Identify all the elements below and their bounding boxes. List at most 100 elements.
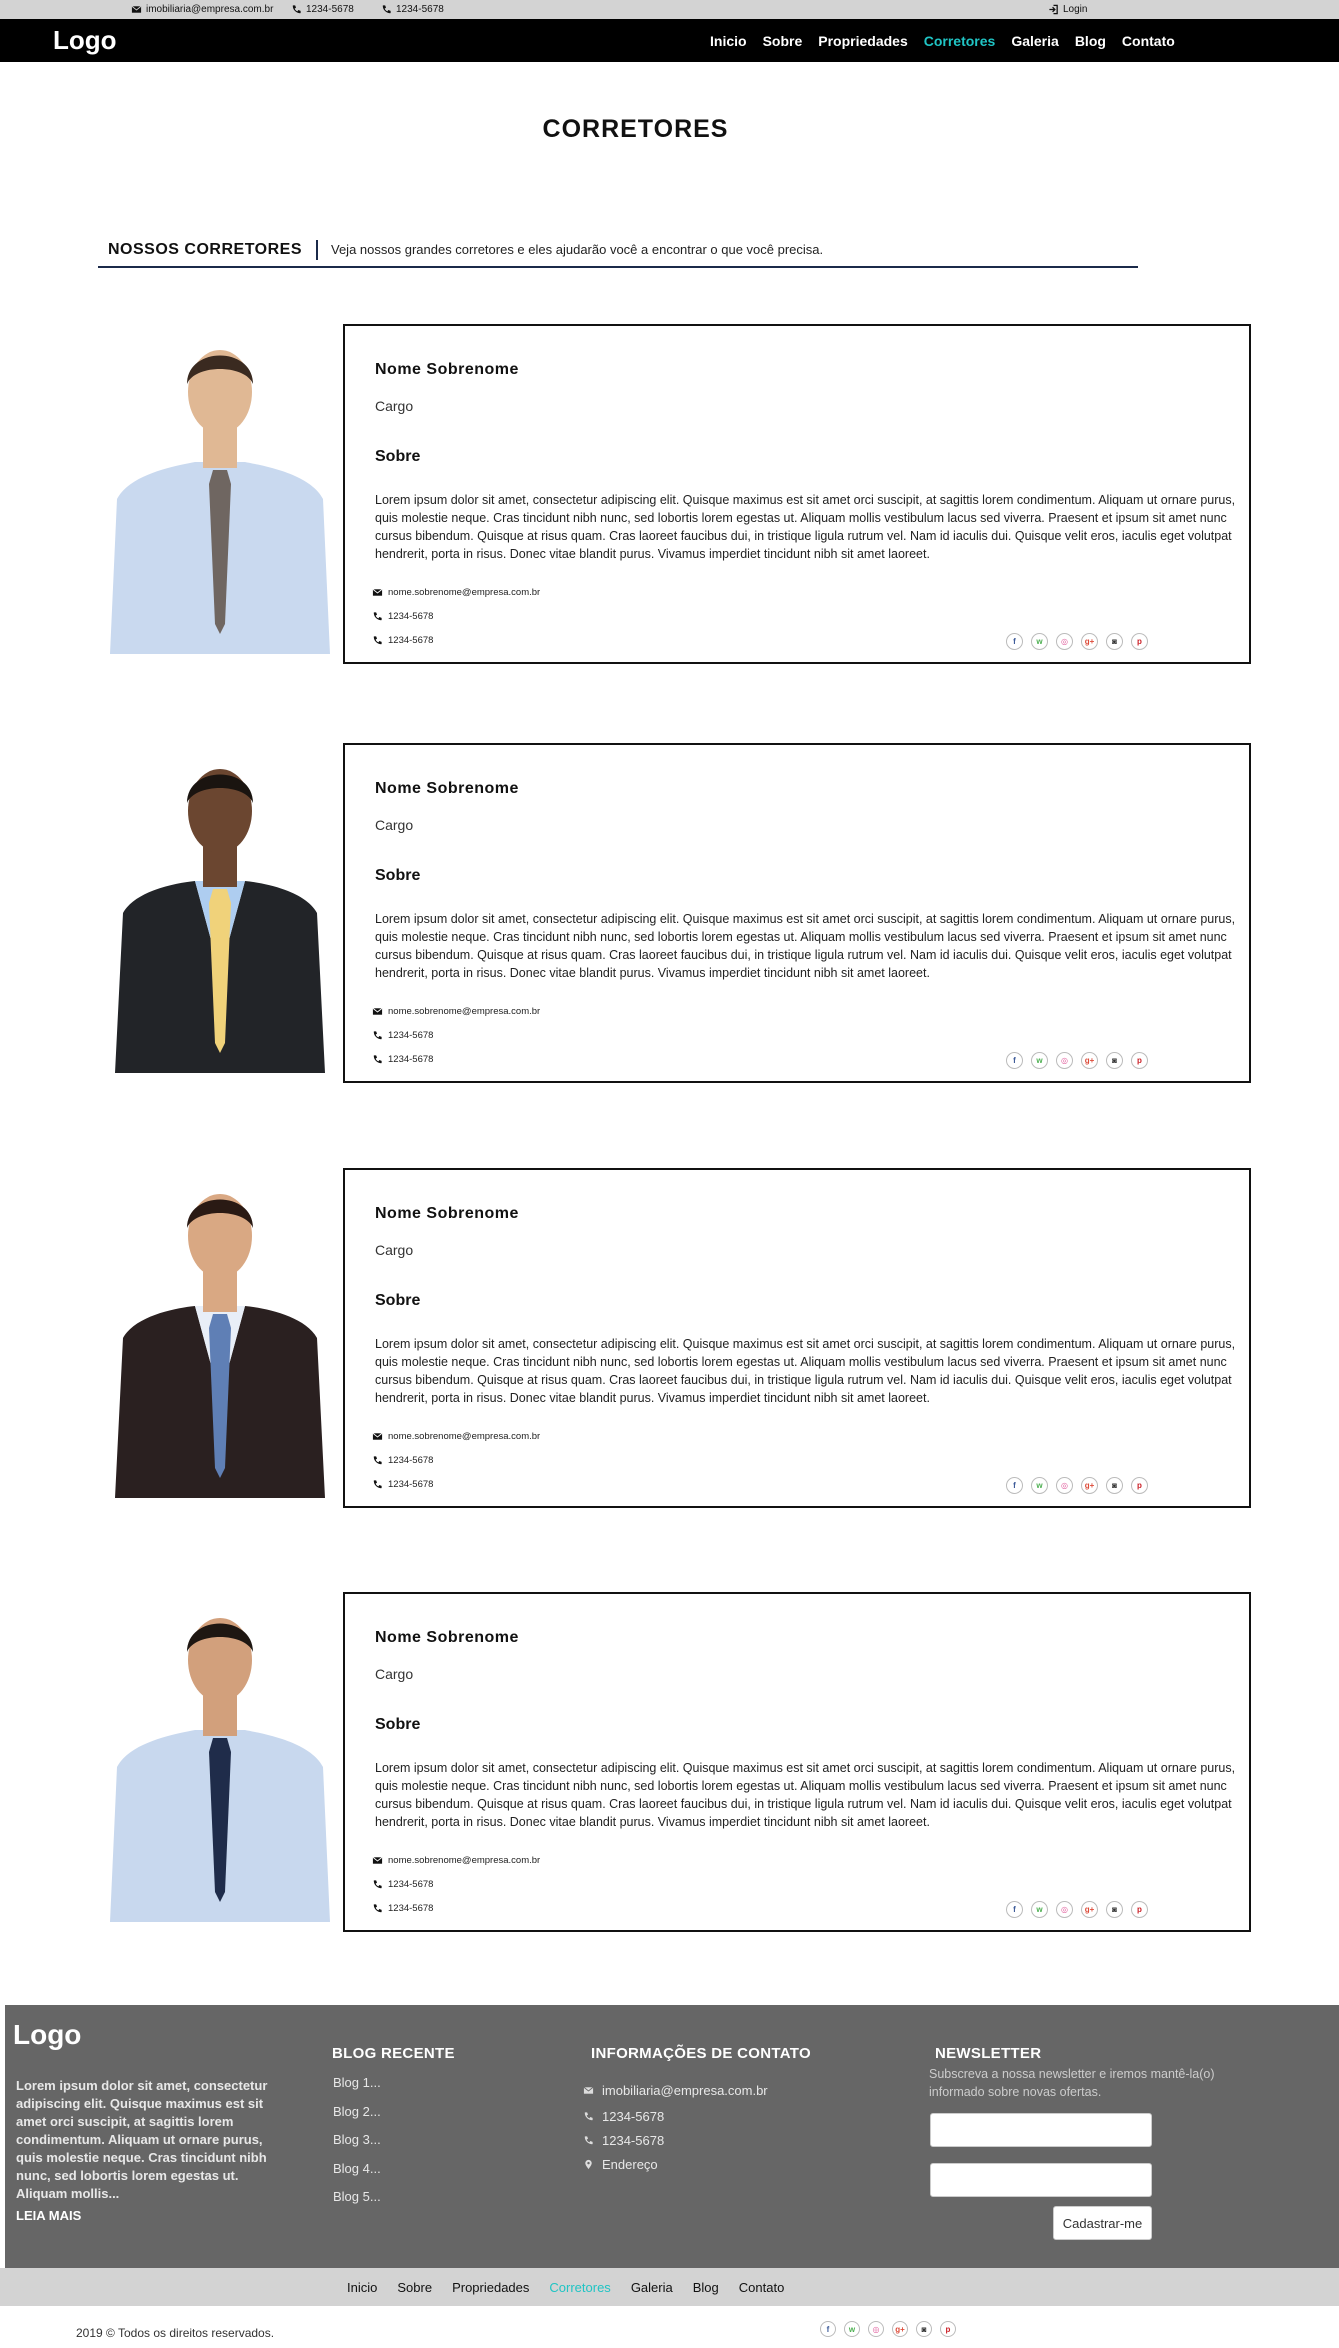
agent-phone-2-text: 1234-5678	[388, 1478, 434, 1490]
pinterest-icon[interactable]: p	[1131, 633, 1148, 650]
footer-nav-galeria[interactable]: Galeria	[631, 2280, 673, 2295]
pinterest-icon[interactable]: p	[1131, 1477, 1148, 1494]
phone-icon	[382, 5, 391, 14]
pinterest-icon[interactable]: p	[1131, 1901, 1148, 1918]
google-plus-icon[interactable]: g+	[1081, 1052, 1098, 1069]
agent-role: Cargo	[375, 1242, 414, 1258]
topbar-email[interactable]: imobiliaria@empresa.com.br	[131, 4, 273, 15]
instagram-icon[interactable]: ◙	[1106, 1052, 1123, 1069]
contact-phone-1[interactable]: 1234-5678	[583, 2104, 768, 2128]
facebook-icon[interactable]: f	[1006, 1477, 1023, 1494]
nav-item-inicio[interactable]: Inicio	[710, 33, 747, 49]
instagram-icon[interactable]: ◙	[1106, 633, 1123, 650]
agent-email-text: nome.sobrenome@empresa.com.br	[388, 1005, 541, 1017]
blog-link[interactable]: Blog 3...	[333, 2132, 381, 2161]
blog-link[interactable]: Blog 2...	[333, 2104, 381, 2133]
facebook-icon[interactable]: f	[820, 2321, 836, 2337]
agent-phone-2-text: 1234-5678	[388, 634, 434, 646]
agent-contacts: nome.sobrenome@empresa.com.br 1234-5678 …	[372, 580, 540, 652]
footer-nav-sobre[interactable]: Sobre	[397, 2280, 432, 2295]
agent-email[interactable]: nome.sobrenome@empresa.com.br	[372, 580, 540, 604]
newsletter-submit-button[interactable]: Cadastrar-me	[1053, 2206, 1152, 2240]
nav-item-sobre[interactable]: Sobre	[763, 33, 803, 49]
nav-item-galeria[interactable]: Galeria	[1011, 33, 1058, 49]
agent-card: Nome Sobrenome Cargo Sobre Lorem ipsum d…	[0, 1592, 1339, 1932]
instagram-icon[interactable]: ◙	[1106, 1477, 1123, 1494]
contact-email[interactable]: imobiliaria@empresa.com.br	[583, 2076, 768, 2104]
facebook-icon[interactable]: f	[1006, 1052, 1023, 1069]
whatsapp-icon[interactable]: w	[1031, 633, 1048, 650]
logo[interactable]: Logo	[53, 25, 117, 56]
agent-phone-1[interactable]: 1234-5678	[372, 1448, 540, 1472]
nav-item-propriedades[interactable]: Propriedades	[818, 33, 907, 49]
agent-phone-2[interactable]: 1234-5678	[372, 1047, 540, 1071]
read-more-link[interactable]: LEIA MAIS	[16, 2208, 81, 2223]
facebook-icon[interactable]: f	[1006, 1901, 1023, 1918]
blog-link[interactable]: Blog 1...	[333, 2075, 381, 2104]
agent-phone-2[interactable]: 1234-5678	[372, 1896, 540, 1920]
agent-contacts: nome.sobrenome@empresa.com.br 1234-5678 …	[372, 1424, 540, 1496]
agent-info-card: Nome Sobrenome Cargo Sobre Lorem ipsum d…	[343, 1168, 1251, 1508]
agent-about-title: Sobre	[375, 867, 421, 884]
facebook-icon[interactable]: f	[1006, 633, 1023, 650]
topbar-phone-1[interactable]: 1234-5678	[291, 4, 354, 15]
agent-phone-2[interactable]: 1234-5678	[372, 628, 540, 652]
contact-address-text: Endereço	[602, 2156, 658, 2172]
footer-nav-contato[interactable]: Contato	[739, 2280, 785, 2295]
instagram-icon[interactable]: ◙	[1106, 1901, 1123, 1918]
phone-icon	[373, 1879, 382, 1888]
footer-nav-blog[interactable]: Blog	[693, 2280, 719, 2295]
topbar-phone-2[interactable]: 1234-5678	[381, 4, 444, 15]
topbar-phone-2-text: 1234-5678	[396, 4, 444, 15]
agent-about-text: Lorem ipsum dolor sit amet, consectetur …	[375, 493, 1236, 561]
agent-card: Nome Sobrenome Cargo Sobre Lorem ipsum d…	[0, 1168, 1339, 1508]
dribbble-icon[interactable]: ◎	[1056, 1477, 1073, 1494]
agent-phone-1[interactable]: 1234-5678	[372, 1023, 540, 1047]
dribbble-icon[interactable]: ◎	[1056, 633, 1073, 650]
phone-icon	[373, 635, 382, 644]
nav-item-contato[interactable]: Contato	[1122, 33, 1175, 49]
footer-nav-inicio[interactable]: Inicio	[347, 2280, 377, 2295]
contact-phone-2[interactable]: 1234-5678	[583, 2128, 768, 2152]
login-link[interactable]: Login	[1048, 4, 1087, 15]
agent-card: Nome Sobrenome Cargo Sobre Lorem ipsum d…	[0, 743, 1339, 1083]
google-plus-icon[interactable]: g+	[892, 2321, 908, 2337]
agent-phone-1[interactable]: 1234-5678	[372, 1872, 540, 1896]
dribbble-icon[interactable]: ◎	[1056, 1901, 1073, 1918]
agent-phone-1[interactable]: 1234-5678	[372, 604, 540, 628]
nav-item-corretores[interactable]: Corretores	[924, 33, 996, 49]
whatsapp-icon[interactable]: w	[1031, 1901, 1048, 1918]
phone-icon	[373, 1054, 382, 1063]
footer-nav-propriedades[interactable]: Propriedades	[452, 2280, 529, 2295]
agent-email[interactable]: nome.sobrenome@empresa.com.br	[372, 1424, 540, 1448]
mail-icon	[583, 2086, 594, 2094]
topbar-phone-1-text: 1234-5678	[306, 4, 354, 15]
whatsapp-icon[interactable]: w	[1031, 1052, 1048, 1069]
instagram-icon[interactable]: ◙	[916, 2321, 932, 2337]
google-plus-icon[interactable]: g+	[1081, 1477, 1098, 1494]
blog-link[interactable]: Blog 4...	[333, 2161, 381, 2190]
phone-icon	[373, 611, 382, 620]
dribbble-icon[interactable]: ◎	[1056, 1052, 1073, 1069]
newsletter-name-input[interactable]	[930, 2113, 1152, 2147]
agent-phone-2[interactable]: 1234-5678	[372, 1472, 540, 1496]
pinterest-icon[interactable]: p	[940, 2321, 956, 2337]
google-plus-icon[interactable]: g+	[1081, 633, 1098, 650]
nav-item-blog[interactable]: Blog	[1075, 33, 1106, 49]
newsletter-email-input[interactable]	[930, 2163, 1152, 2197]
agent-social-links: f w ◎ g+ ◙ p	[1006, 1901, 1148, 1918]
footer-logo[interactable]: Logo	[13, 2019, 81, 2051]
section-header: NOSSOS CORRETORES Veja nossos grandes co…	[98, 230, 1138, 268]
agent-email[interactable]: nome.sobrenome@empresa.com.br	[372, 999, 540, 1023]
contact-phone-1-text: 1234-5678	[602, 2108, 665, 2124]
pinterest-icon[interactable]: p	[1131, 1052, 1148, 1069]
login-icon	[1049, 4, 1058, 15]
google-plus-icon[interactable]: g+	[1081, 1901, 1098, 1918]
section-description: Veja nossos grandes corretores e eles aj…	[331, 242, 824, 257]
agent-email[interactable]: nome.sobrenome@empresa.com.br	[372, 1848, 540, 1872]
dribbble-icon[interactable]: ◎	[868, 2321, 884, 2337]
blog-link[interactable]: Blog 5...	[333, 2189, 381, 2218]
whatsapp-icon[interactable]: w	[844, 2321, 860, 2337]
whatsapp-icon[interactable]: w	[1031, 1477, 1048, 1494]
footer-nav-corretores[interactable]: Corretores	[549, 2280, 610, 2295]
